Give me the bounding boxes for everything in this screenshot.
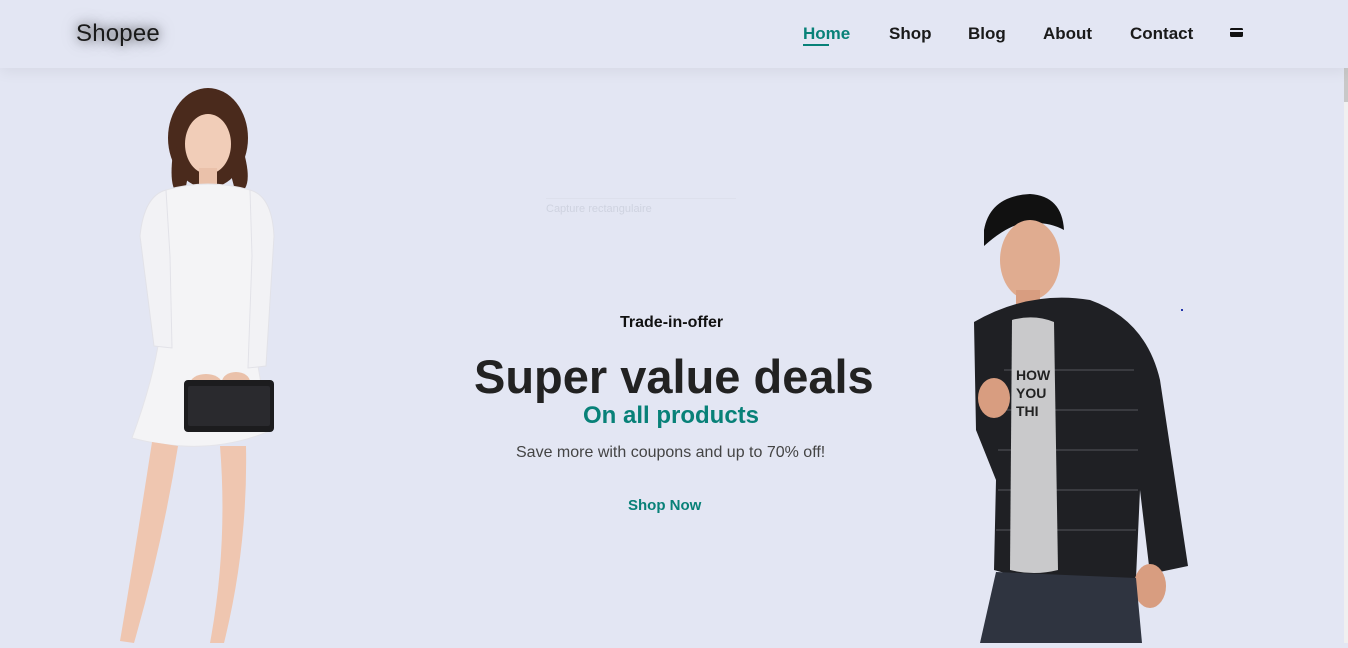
nav-shop[interactable]: Shop <box>889 24 932 44</box>
nav-home[interactable]: Home <box>803 24 851 46</box>
page-scrollbar[interactable] <box>1344 0 1348 643</box>
nav-about[interactable]: About <box>1043 24 1092 44</box>
stray-dot <box>1181 309 1183 311</box>
hero-model-woman-image <box>96 86 336 643</box>
site-logo[interactable]: Shopee <box>76 20 160 48</box>
nav-home-label: Home <box>803 24 851 43</box>
nav-blog[interactable]: Blog <box>968 24 1006 44</box>
nav-contact[interactable]: Contact <box>1130 24 1193 44</box>
cart-icon[interactable] <box>1229 26 1245 40</box>
ghost-divider <box>546 198 736 199</box>
hero-model-man-image: HOW YOU THI <box>950 190 1200 643</box>
nav-active-underline <box>803 44 829 46</box>
hero-headline: Super value deals <box>474 350 874 403</box>
hero-tagline: Save more with coupons and up to 70% off… <box>516 444 826 461</box>
hero-eyebrow: Trade-in-offer <box>620 314 724 331</box>
svg-text:YOU: YOU <box>1016 385 1046 401</box>
site-header: Shopee Home Shop Blog About Contact <box>0 0 1348 68</box>
ghost-tooltip-text: Capture rectangulaire <box>546 203 652 215</box>
svg-text:THI: THI <box>1016 403 1039 419</box>
svg-text:HOW: HOW <box>1016 367 1051 383</box>
hero-subheadline: On all products <box>583 402 760 429</box>
shop-now-button[interactable]: Shop Now <box>628 497 701 514</box>
